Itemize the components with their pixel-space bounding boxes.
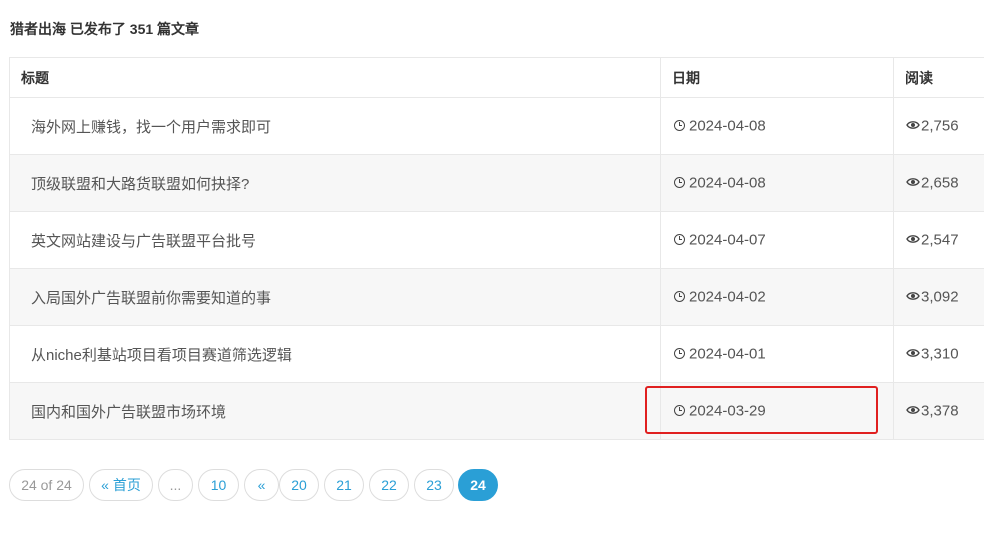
article-date: 2024-04-08 (660, 97, 894, 155)
eye-icon (906, 178, 920, 187)
eye-icon (906, 292, 920, 301)
clock-icon (674, 233, 685, 245)
date-text: 2024-04-01 (689, 345, 766, 363)
column-header-date: 日期 (660, 57, 894, 98)
first-page-link[interactable]: « 首页 (89, 469, 153, 501)
page-info: 24 of 24 (9, 469, 84, 501)
page-10-link[interactable]: 10 (198, 469, 239, 501)
article-date: 2024-04-01 (660, 325, 894, 383)
date-text: 2024-04-02 (689, 288, 766, 306)
table-row: 从niche利基站项目看项目赛道筛选逻辑 2024-04-01 3,310 (9, 325, 984, 383)
clock-icon (674, 176, 685, 188)
article-title-link[interactable]: 国内和国外广告联盟市场环境 (9, 382, 661, 440)
page-23-link[interactable]: 23 (414, 469, 454, 501)
article-title-link[interactable]: 从niche利基站项目看项目赛道筛选逻辑 (9, 325, 661, 383)
table-header-row: 标题 日期 阅读 (9, 57, 984, 98)
eye-icon (906, 121, 920, 130)
article-date: 2024-04-02 (660, 268, 894, 326)
clock-icon (674, 290, 685, 302)
article-title-link[interactable]: 顶级联盟和大路货联盟如何抉择? (9, 154, 661, 212)
page-21-link[interactable]: 21 (324, 469, 364, 501)
clock-icon (674, 119, 685, 131)
page-24-current[interactable]: 24 (458, 469, 498, 501)
views-text: 3,310 (921, 345, 959, 363)
views-text: 3,378 (921, 402, 959, 420)
page-20-link[interactable]: 20 (279, 469, 319, 501)
article-title-link[interactable]: 英文网站建设与广告联盟平台批号 (9, 211, 661, 269)
article-views: 3,378 (893, 382, 984, 440)
article-date: 2024-04-08 (660, 154, 894, 212)
article-views: 3,092 (893, 268, 984, 326)
article-title-link[interactable]: 海外网上赚钱，找一个用户需求即可 (9, 97, 661, 155)
clock-icon (674, 404, 685, 416)
eye-icon (906, 235, 920, 244)
prev-block-link[interactable]: « (244, 469, 279, 501)
column-header-views: 阅读 (893, 57, 984, 98)
eye-icon (906, 349, 920, 358)
date-text: 2024-04-08 (689, 117, 766, 135)
date-text: 2024-03-29 (689, 402, 766, 420)
table-row: 入局国外广告联盟前你需要知道的事 2024-04-02 3,092 (9, 268, 984, 326)
table-row: 英文网站建设与广告联盟平台批号 2024-04-07 2,547 (9, 211, 984, 269)
views-text: 3,092 (921, 288, 959, 306)
column-header-title: 标题 (9, 57, 661, 98)
article-title-link[interactable]: 入局国外广告联盟前你需要知道的事 (9, 268, 661, 326)
articles-table: 标题 日期 阅读 海外网上赚钱，找一个用户需求即可 2024-04-08 2,7… (9, 57, 984, 440)
article-count-heading: 猎者出海 已发布了 351 篇文章 (10, 21, 200, 37)
article-views: 2,658 (893, 154, 984, 212)
article-views: 2,547 (893, 211, 984, 269)
views-text: 2,756 (921, 117, 959, 135)
clock-icon (674, 347, 685, 359)
table-row: 海外网上赚钱，找一个用户需求即可 2024-04-08 2,756 (9, 97, 984, 155)
table-row: 顶级联盟和大路货联盟如何抉择? 2024-04-08 2,658 (9, 154, 984, 212)
page-22-link[interactable]: 22 (369, 469, 409, 501)
date-text: 2024-04-08 (689, 174, 766, 192)
article-views: 2,756 (893, 97, 984, 155)
views-text: 2,547 (921, 231, 959, 249)
article-date: 2024-04-07 (660, 211, 894, 269)
date-text: 2024-04-07 (689, 231, 766, 249)
ellipsis-link[interactable]: ... (158, 469, 193, 501)
table-row: 国内和国外广告联盟市场环境 2024-03-29 3,378 (9, 382, 984, 440)
article-views: 3,310 (893, 325, 984, 383)
article-date: 2024-03-29 (660, 382, 894, 440)
eye-icon (906, 406, 920, 415)
views-text: 2,658 (921, 174, 959, 192)
